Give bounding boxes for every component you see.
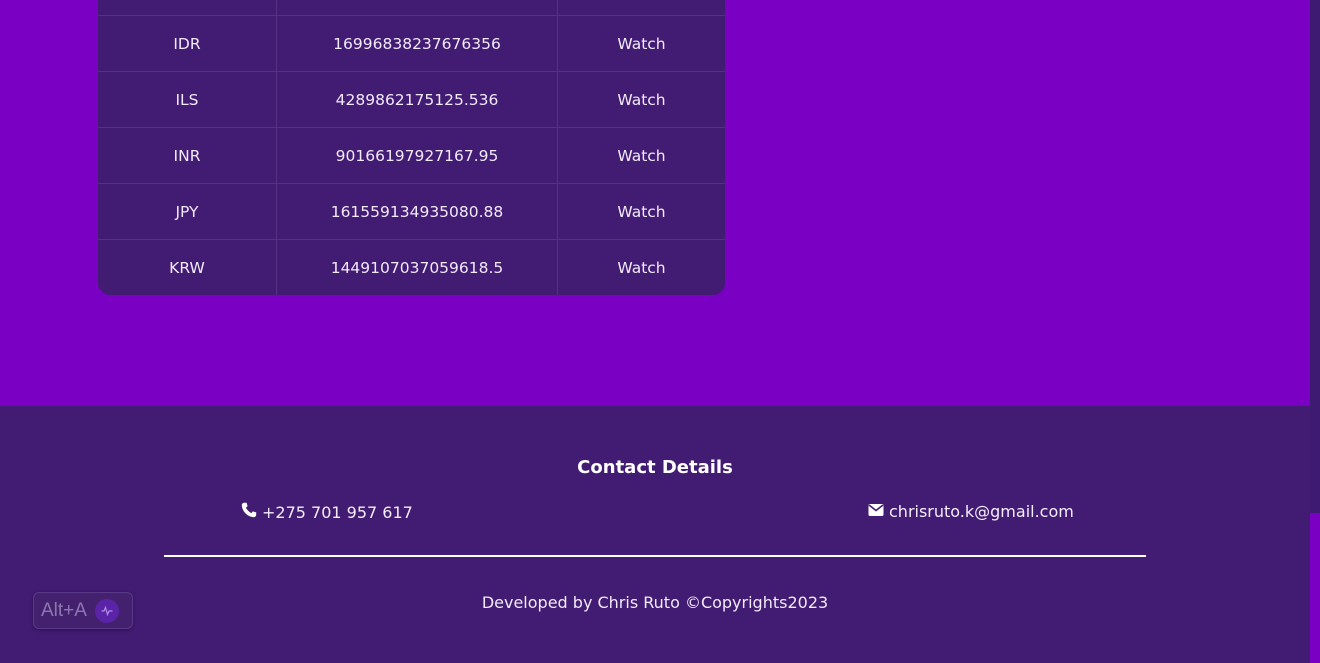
table-row: KRW 1449107037059618.5 Watch [98, 239, 725, 295]
currency-cell: JPY [98, 184, 277, 239]
amount-cell: 161559134935080.88 [277, 184, 558, 239]
footer: Contact Details +275 701 957 617 chrisru… [0, 406, 1310, 663]
shortcut-label: Alt+A [41, 599, 87, 621]
envelope-icon [868, 502, 889, 521]
watch-button[interactable]: Watch [558, 184, 725, 239]
copyright-text: Developed by Chris Ruto ©Copyrights2023 [481, 593, 829, 612]
amount-cell: 4289862175125.536 [277, 72, 558, 127]
currency-cell: KRW [98, 240, 277, 295]
table-row: IDR 16996838237676356 Watch [98, 15, 725, 71]
currency-table: IDR 16996838237676356 Watch ILS 42898621… [98, 0, 725, 295]
scrollbar-thumb[interactable] [1310, 513, 1320, 663]
email-address: chrisruto.k@gmail.com [889, 502, 1074, 521]
currency-cell [98, 0, 277, 15]
watch-button[interactable]: Watch [558, 128, 725, 183]
action-cell [558, 0, 725, 15]
assistant-shortcut-widget[interactable]: Alt+A [33, 592, 133, 629]
phone-icon [241, 502, 262, 522]
watch-button[interactable]: Watch [558, 72, 725, 127]
scrollbar[interactable] [1310, 0, 1320, 663]
voice-wave-icon [94, 598, 119, 623]
currency-cell: ILS [98, 72, 277, 127]
amount-cell: 16996838237676356 [277, 16, 558, 71]
phone-contact[interactable]: +275 701 957 617 [241, 502, 413, 522]
amount-cell: 90166197927167.95 [277, 128, 558, 183]
currency-cell: INR [98, 128, 277, 183]
phone-number: +275 701 957 617 [262, 502, 413, 522]
divider [164, 555, 1146, 557]
amount-cell: 1449107037059618.5 [277, 240, 558, 295]
table-row: JPY 161559134935080.88 Watch [98, 183, 725, 239]
watch-button[interactable]: Watch [558, 16, 725, 71]
contact-details-heading: Contact Details [577, 457, 733, 478]
email-contact[interactable]: chrisruto.k@gmail.com [868, 502, 1074, 521]
table-row: ILS 4289862175125.536 Watch [98, 71, 725, 127]
table-row [98, 0, 725, 15]
currency-cell: IDR [98, 16, 277, 71]
watch-button[interactable]: Watch [558, 240, 725, 295]
amount-cell [277, 0, 558, 15]
table-row: INR 90166197927167.95 Watch [98, 127, 725, 183]
